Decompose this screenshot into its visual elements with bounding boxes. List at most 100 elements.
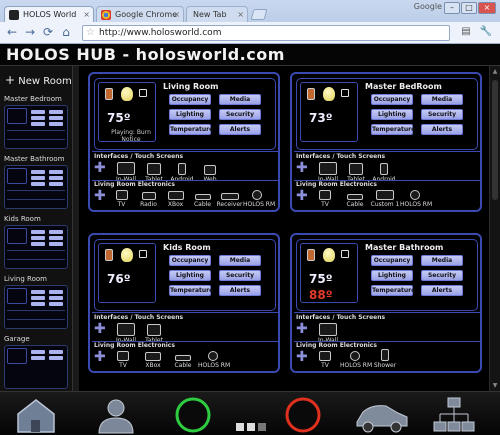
scrollbar-thumb[interactable] (492, 80, 498, 200)
lighting-button[interactable]: Lighting (371, 270, 413, 281)
room-thumbnail (4, 105, 68, 149)
lighting-button[interactable]: Lighting (169, 270, 211, 281)
device-receiver[interactable]: Receiver (216, 193, 243, 208)
add-electronics-icon[interactable]: ✚ (94, 349, 106, 365)
interfaces-section-title: Interfaces / Touch Screens (296, 153, 386, 160)
light-bulb-icon[interactable] (121, 248, 133, 262)
wrench-icon[interactable]: 🔧 (478, 26, 494, 40)
back-arrow-icon[interactable]: ← (4, 25, 20, 41)
sidebar-item-garage[interactable]: Garage (4, 335, 70, 389)
device-holos-rm[interactable]: HOLOS RM (400, 190, 432, 208)
light-bulb-icon[interactable] (121, 87, 133, 101)
stop-ring-icon[interactable] (284, 396, 322, 434)
sidebar-scrollbar[interactable] (73, 66, 79, 391)
device-tv[interactable]: TV (108, 190, 135, 208)
address-bar[interactable]: ☆ http://www.holosworld.com (82, 25, 450, 41)
device-cable[interactable]: Cable (340, 194, 370, 208)
add-interface-icon[interactable]: ✚ (94, 160, 106, 176)
home-icon[interactable]: ⌂ (58, 25, 74, 41)
media-button[interactable]: Media (421, 255, 463, 266)
bookmark-star-icon[interactable]: ☆ (86, 26, 95, 40)
minimize-button[interactable]: – (444, 2, 460, 14)
occupancy-button[interactable]: Occupancy (371, 94, 413, 105)
device-custom-1[interactable]: Custom 1 (370, 190, 400, 208)
sidebar-item-master-bedroom[interactable]: Master Bedroom (4, 95, 70, 149)
close-tab-icon[interactable]: × (237, 7, 244, 23)
device-tv[interactable]: TV (310, 351, 340, 369)
new-tab-button[interactable] (250, 9, 268, 20)
interfaces-section-title: Interfaces / Touch Screens (296, 314, 386, 321)
close-window-button[interactable]: × (478, 2, 496, 14)
close-tab-icon[interactable]: × (83, 7, 90, 23)
forward-arrow-icon[interactable]: → (22, 25, 38, 41)
device-tv[interactable]: TV (310, 190, 340, 208)
occupancy-button[interactable]: Occupancy (169, 255, 211, 266)
go-ring-icon[interactable] (174, 396, 212, 434)
light-bulb-icon[interactable] (323, 248, 335, 262)
reload-icon[interactable]: ⟳ (40, 25, 56, 41)
device-shower[interactable]: Shower (370, 349, 400, 369)
lock-icon[interactable] (139, 89, 147, 97)
user-icon[interactable] (96, 396, 136, 434)
page-dot[interactable] (247, 423, 255, 431)
house-icon[interactable] (14, 396, 58, 434)
add-interface-icon[interactable]: ✚ (94, 321, 106, 337)
device-cable[interactable]: Cable (168, 355, 198, 369)
maximize-button[interactable]: □ (461, 2, 477, 14)
close-tab-icon[interactable]: × (173, 7, 180, 23)
occupancy-button[interactable]: Occupancy (169, 94, 211, 105)
temperature-button[interactable]: Temperature (371, 285, 415, 296)
scroll-down-arrow-icon[interactable]: ▼ (491, 382, 499, 389)
occupancy-button[interactable]: Occupancy (371, 255, 413, 266)
device-holos-rm[interactable]: HOLOS RM (340, 351, 372, 369)
security-button[interactable]: Security (219, 109, 261, 120)
security-button[interactable]: Security (219, 270, 261, 281)
room-status-box: 73º (300, 82, 358, 142)
add-interface-icon[interactable]: ✚ (296, 321, 308, 337)
device-radio[interactable]: Radio (135, 192, 162, 208)
car-icon[interactable] (354, 396, 410, 434)
security-button[interactable]: Security (421, 109, 463, 120)
tab-google-chrome[interactable]: Google Chrome × (96, 6, 184, 23)
temperature-button[interactable]: Temperature (169, 285, 213, 296)
main-scrollbar[interactable]: ▲ ▼ (489, 66, 500, 391)
alerts-button[interactable]: Alerts (421, 285, 463, 296)
add-interface-icon[interactable]: ✚ (296, 160, 308, 176)
alerts-button[interactable]: Alerts (421, 124, 463, 135)
thumbnail-button (49, 230, 63, 234)
sidebar-item-master-bathroom[interactable]: Master Bathroom (4, 155, 70, 209)
device-holos-rm[interactable]: HOLOS RM (243, 190, 275, 208)
add-electronics-icon[interactable]: ✚ (94, 188, 106, 204)
lighting-button[interactable]: Lighting (371, 109, 413, 120)
sidebar-item-kids-room[interactable]: Kids Room (4, 215, 70, 269)
add-electronics-icon[interactable]: ✚ (296, 188, 308, 204)
media-button[interactable]: Media (219, 255, 261, 266)
temperature-button[interactable]: Temperature (371, 124, 415, 135)
temperature-button[interactable]: Temperature (169, 124, 213, 135)
alerts-button[interactable]: Alerts (219, 124, 261, 135)
tab-new-tab[interactable]: New Tab × (186, 6, 248, 23)
light-bulb-icon[interactable] (323, 87, 335, 101)
device-holos-rm[interactable]: HOLOS RM (198, 351, 230, 369)
add-electronics-icon[interactable]: ✚ (296, 349, 308, 365)
scroll-up-arrow-icon[interactable]: ▲ (491, 68, 499, 75)
media-button[interactable]: Media (219, 94, 261, 105)
sidebar-item-living-room[interactable]: Living Room (4, 275, 70, 329)
alerts-button[interactable]: Alerts (219, 285, 261, 296)
lighting-button[interactable]: Lighting (169, 109, 211, 120)
lock-icon[interactable] (139, 250, 147, 258)
lock-icon[interactable] (341, 250, 349, 258)
device-xbox[interactable]: XBox (162, 191, 189, 208)
tab-holos-world[interactable]: HOLOS World × (4, 6, 94, 23)
media-button[interactable]: Media (421, 94, 463, 105)
network-icon[interactable] (432, 396, 476, 434)
page-dot[interactable] (236, 423, 244, 431)
page-menu-icon[interactable]: ▤ (458, 26, 474, 40)
device-cable[interactable]: Cable (189, 194, 216, 208)
new-room-button[interactable]: + New Room (5, 73, 72, 87)
security-button[interactable]: Security (421, 270, 463, 281)
page-dot[interactable] (258, 423, 266, 431)
device-xbox[interactable]: XBox (138, 352, 168, 369)
lock-icon[interactable] (341, 89, 349, 97)
device-tv[interactable]: TV (108, 351, 138, 369)
